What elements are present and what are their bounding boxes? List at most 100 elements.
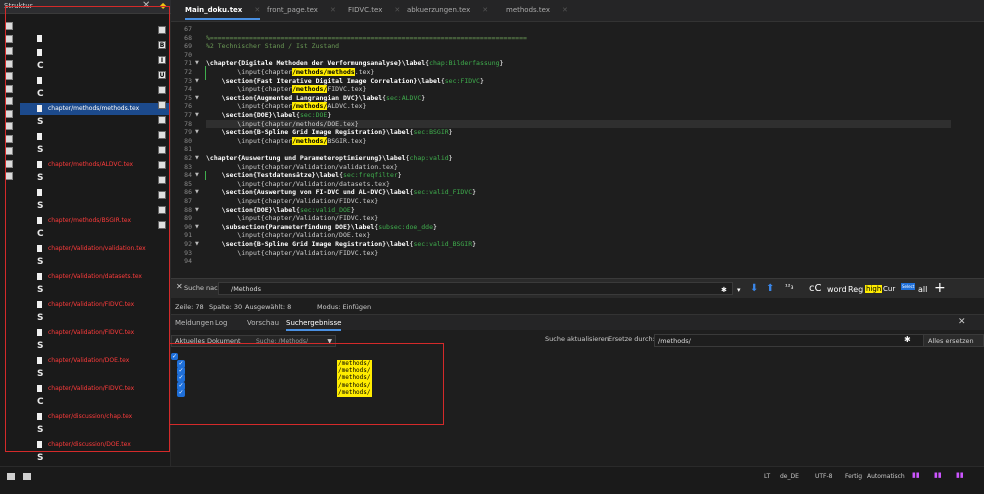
fold-toggle-icon[interactable]: ▼	[195, 207, 199, 213]
fold-toggle-icon[interactable]: ▼	[195, 155, 199, 161]
language-status[interactable]: de_DE	[780, 473, 799, 480]
structure-item[interactable]: S	[20, 369, 170, 381]
code-line[interactable]: \chapter{Auswertung und Parameteroptimie…	[206, 154, 453, 162]
structure-item[interactable]: S	[20, 257, 170, 269]
fold-toggle-icon[interactable]: ▼	[195, 112, 199, 118]
structure-item[interactable]: S	[20, 341, 170, 353]
format-underline-button[interactable]: U	[158, 71, 166, 79]
match-case-button[interactable]: cC	[809, 283, 821, 294]
code-line[interactable]: \section{DOE}\label{sec:DOE}	[206, 111, 332, 119]
structure-item[interactable]	[20, 131, 170, 143]
clear-icon[interactable]: ✱	[904, 335, 911, 344]
structure-item[interactable]	[20, 47, 170, 59]
toolbar-tool-icon[interactable]	[158, 146, 166, 154]
structure-tool-icon[interactable]	[5, 34, 13, 43]
structure-tool-icon[interactable]	[5, 84, 13, 93]
fold-toggle-icon[interactable]: ▼	[195, 95, 199, 101]
toolbar-tool-icon[interactable]	[158, 116, 166, 124]
toolbar-tool-icon[interactable]	[158, 221, 166, 229]
scope-select[interactable]: Aktuelles Dokument ▼	[171, 335, 336, 347]
toolbar-tool-icon[interactable]	[158, 26, 166, 34]
code-line[interactable]: \chapter{Digitale Methoden der Verformun…	[206, 59, 503, 67]
close-tab-icon[interactable]: ✕	[330, 6, 336, 14]
find-previous-icon[interactable]: ⬆	[766, 283, 774, 294]
structure-tool-icon[interactable]	[5, 97, 13, 105]
code-line[interactable]: \section{Testdatensätze}\label{sec:freqf…	[206, 171, 402, 179]
toolbar-tool-icon[interactable]	[158, 86, 166, 94]
editor-tab[interactable]: FIDVC.tex ✕	[348, 6, 400, 20]
compile-mode-status[interactable]: Automatisch	[867, 473, 905, 480]
format-bold-button[interactable]: B	[158, 41, 166, 49]
code-line[interactable]: \input{chapter/methods/FIDVC.tex}	[206, 85, 366, 94]
structure-tool-icon[interactable]	[5, 59, 13, 68]
code-line[interactable]: \input{chapter/Validation/validation.tex…	[206, 163, 397, 171]
fold-toggle-icon[interactable]: ▼	[195, 241, 199, 247]
structure-item[interactable]	[20, 187, 170, 199]
code-line[interactable]: \input{chapter/Validation/FIDVC.tex}	[206, 197, 378, 205]
panel-toggle-icon[interactable]	[7, 473, 15, 480]
pin-icon[interactable]: ◆	[160, 1, 166, 10]
select-all-results-checkbox[interactable]: ✓	[171, 353, 178, 360]
select-all-button[interactable]: all	[918, 285, 927, 294]
find-next-icon[interactable]: ⬇	[750, 283, 758, 294]
close-tab-icon[interactable]: ✕	[254, 6, 260, 14]
result-checkbox[interactable]: ✓	[177, 388, 185, 397]
toolbar-tool-icon[interactable]	[158, 206, 166, 214]
code-line[interactable]: \input{chapter/Validation/FIDVC.tex}	[206, 214, 378, 222]
code-line[interactable]: %=======================================…	[206, 34, 527, 42]
code-line[interactable]: \section{Auswertung von FI-DVC und AL-DV…	[206, 188, 476, 196]
structure-item[interactable]	[20, 33, 170, 45]
sidebar-toggle-icon[interactable]	[23, 473, 31, 480]
structure-tool-icon[interactable]	[5, 122, 13, 130]
fold-toggle-icon[interactable]: ▼	[195, 60, 199, 66]
structure-item[interactable]: chapter/Validation/datasets.tex	[20, 271, 170, 283]
editor-tab[interactable]: Main_doku.tex ✕	[185, 6, 261, 20]
encoding-status[interactable]: UTF-8	[815, 473, 833, 480]
structure-item[interactable]: chapter/methods/BSGIR.tex	[20, 215, 170, 227]
fold-toggle-icon[interactable]: ▼	[195, 78, 199, 84]
whole-word-button[interactable]: word	[827, 285, 847, 294]
structure-item[interactable]: S	[20, 453, 170, 465]
result-item[interactable]: ✓ /methods/	[171, 388, 431, 398]
structure-tool-icon[interactable]	[5, 134, 13, 143]
close-panel-icon[interactable]: ✕	[958, 317, 966, 327]
toolbar-tool-icon[interactable]	[158, 101, 166, 109]
code-line[interactable]: \section{Fast Iterative Digital Image Co…	[206, 77, 484, 85]
structure-item[interactable]: chapter/discussion/chap.tex	[20, 411, 170, 423]
fold-toggle-icon[interactable]: ▼	[195, 172, 199, 178]
code-line[interactable]: \section{Augmented Langrangian DVC}\labe…	[206, 94, 426, 102]
structure-item[interactable]: chapter/Validation/FIDVC.tex	[20, 299, 170, 311]
select-button[interactable]: Select	[901, 283, 916, 290]
structure-item[interactable]: S	[20, 117, 170, 129]
toolbar-tool-icon[interactable]	[158, 176, 166, 184]
structure-item[interactable]: S	[20, 425, 170, 437]
replace-input[interactable]: /methods/	[654, 334, 929, 347]
close-tab-icon[interactable]: ✕	[562, 6, 568, 14]
spellcheck-icon[interactable]: LT	[764, 473, 770, 480]
structure-item[interactable]: S	[20, 201, 170, 213]
structure-tool-icon[interactable]	[5, 147, 13, 155]
editor-tab[interactable]: front_page.tex ✕	[267, 6, 336, 20]
structure-item[interactable]: C	[20, 229, 170, 241]
editor-tab[interactable]: abkuerzungen.tex ✕	[407, 6, 488, 20]
tab-messages[interactable]: Meldungen	[175, 319, 214, 327]
structure-item[interactable]: C	[20, 397, 170, 409]
editor-tab[interactable]: methods.tex ✕	[506, 6, 568, 20]
fold-toggle-icon[interactable]: ▼	[195, 224, 199, 230]
tab-preview[interactable]: Vorschau	[247, 319, 279, 327]
close-search-icon[interactable]: ✕	[176, 282, 183, 291]
tab-search-results[interactable]: Suchergebnisse	[286, 319, 342, 331]
tab-log[interactable]: Log	[215, 319, 228, 327]
cursor-button[interactable]: Cur	[883, 285, 895, 293]
code-line[interactable]: \input{chapter/methods/methods.tex}	[206, 68, 374, 76]
code-line[interactable]: \input{chapter/methods/ALDVC.tex}	[206, 102, 366, 111]
toolbar-tool-icon[interactable]	[158, 191, 166, 199]
code-line[interactable]: \input{chapter/Validation/DOE.tex}	[206, 231, 370, 239]
structure-item[interactable]: S	[20, 285, 170, 297]
search-input[interactable]: /Methods	[218, 282, 733, 295]
code-line[interactable]: \section{B-Spline Grid Image Registratio…	[206, 128, 453, 136]
structure-tool-icon[interactable]	[5, 159, 13, 168]
replace-all-button[interactable]: Alles ersetzen	[923, 334, 984, 347]
structure-item[interactable]: chapter/Validation/FIDVC.tex	[20, 383, 170, 395]
toolbar-tool-icon[interactable]	[158, 131, 166, 139]
